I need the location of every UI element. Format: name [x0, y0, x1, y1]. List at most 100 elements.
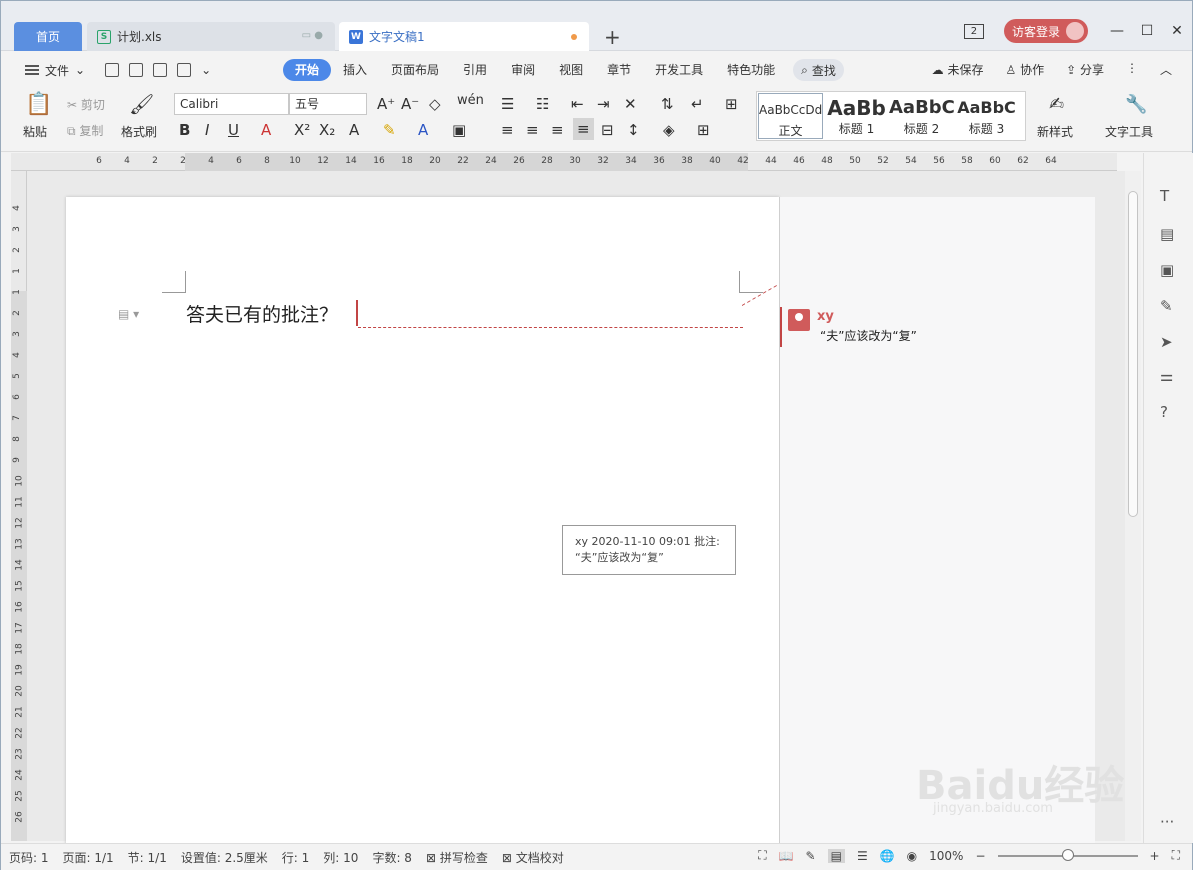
new-tab-plus-icon[interactable]: +: [604, 25, 621, 49]
status-words[interactable]: 字数: 8: [372, 849, 412, 866]
shrink-font-icon[interactable]: A⁻: [401, 95, 419, 113]
doc-settings-icon[interactable]: ▣: [1160, 261, 1174, 279]
tab-home[interactable]: 首页: [14, 22, 82, 51]
new-file-icon[interactable]: [105, 63, 120, 77]
borders-icon[interactable]: ⊞: [697, 121, 710, 139]
char-border-icon[interactable]: ▣: [452, 121, 466, 139]
phonetic-icon[interactable]: wén: [457, 93, 484, 108]
web-view-icon[interactable]: 🌐: [880, 849, 895, 863]
tab-start[interactable]: 开始: [283, 59, 332, 81]
justify-icon[interactable]: ≡: [573, 118, 594, 140]
reading-view-icon[interactable]: 📖: [779, 849, 794, 863]
paste-icon[interactable]: 📋: [25, 92, 52, 117]
tab-review[interactable]: 审阅: [499, 59, 547, 81]
status-setting[interactable]: 设置值: 2.5厘米: [181, 849, 268, 866]
doc-assist-icon[interactable]: ▤: [1160, 225, 1174, 243]
minimize-icon[interactable]: —: [1102, 23, 1132, 39]
font-size-select[interactable]: 五号: [289, 93, 367, 115]
open-folder-icon[interactable]: [129, 63, 144, 77]
guest-login-button[interactable]: 访客登录: [1003, 19, 1088, 43]
paragraph-icon[interactable]: ▤ ▾: [118, 307, 139, 321]
brush-icon[interactable]: 🖌: [129, 92, 154, 116]
scroll-thumb[interactable]: [1128, 191, 1138, 517]
font-name-select[interactable]: Calibri: [174, 93, 289, 115]
fullscreen-icon[interactable]: ⛶: [758, 848, 766, 863]
vertical-scrollbar[interactable]: [1125, 171, 1141, 841]
show-marks-icon[interactable]: ↵: [691, 95, 704, 113]
more-icon[interactable]: ⋮: [1126, 61, 1138, 78]
tab-xls[interactable]: S 计划.xls ▭ ●: [87, 22, 335, 51]
status-page-number[interactable]: 页码: 1: [9, 849, 49, 866]
paste-button[interactable]: 粘贴: [23, 123, 47, 140]
sort-icon[interactable]: ⇅: [661, 95, 674, 113]
save-icon[interactable]: [153, 63, 168, 77]
tab-developer[interactable]: 开发工具: [643, 59, 715, 81]
collaborate-button[interactable]: ♙ 协作: [1006, 61, 1045, 78]
zoom-out-icon[interactable]: −: [975, 849, 985, 863]
superscript-icon[interactable]: X²: [294, 121, 310, 139]
increase-indent-icon[interactable]: ⇥: [597, 95, 610, 113]
highlight-icon[interactable]: ✎: [383, 121, 396, 139]
tab-view[interactable]: 视图: [547, 59, 595, 81]
more-dots-icon[interactable]: ···: [1160, 813, 1174, 831]
align-center-icon[interactable]: ≡: [526, 121, 539, 139]
close-icon[interactable]: ✕: [1162, 23, 1192, 39]
zoom-level[interactable]: 100%: [929, 849, 963, 863]
tab-document[interactable]: W 文字文稿1: [339, 22, 589, 51]
tab-insert[interactable]: 插入: [331, 59, 379, 81]
format-painter-button[interactable]: 格式刷: [121, 123, 157, 140]
subscript-icon[interactable]: X₂: [319, 121, 335, 139]
fit-window-icon[interactable]: ⛶: [1172, 848, 1180, 863]
collapse-ribbon-icon[interactable]: ︿: [1160, 61, 1172, 78]
tab-special[interactable]: 特色功能: [715, 59, 787, 81]
new-style-icon[interactable]: ✍: [1049, 94, 1064, 115]
strikethrough-icon[interactable]: A: [261, 121, 271, 139]
zoom-in-icon[interactable]: +: [1150, 849, 1160, 863]
comment-text[interactable]: “夫”应该改为“复”: [820, 327, 917, 344]
edit-view-icon[interactable]: ✎: [806, 849, 816, 863]
pen-icon[interactable]: ✎: [1160, 297, 1173, 315]
sliders-icon[interactable]: ⚌: [1160, 367, 1173, 385]
page-view-icon[interactable]: ▤: [827, 848, 845, 863]
status-col[interactable]: 列: 10: [323, 849, 358, 866]
underline-icon[interactable]: U: [228, 121, 239, 139]
style-normal[interactable]: AaBbCcDd 正文: [758, 93, 823, 139]
bullets-icon[interactable]: ☰: [501, 95, 514, 113]
search-button[interactable]: ⌕ 查找: [793, 59, 844, 81]
text-style-icon[interactable]: T: [1160, 187, 1169, 205]
line-spacing-icon[interactable]: ↕: [627, 121, 640, 139]
decrease-indent-icon[interactable]: ⇤: [571, 95, 584, 113]
unsaved-button[interactable]: ☁ 未保存: [932, 61, 984, 78]
maximize-icon[interactable]: ☐: [1132, 23, 1162, 39]
spell-check-button[interactable]: ⊠ 拼写检查: [426, 849, 488, 866]
font-color-icon[interactable]: A: [418, 121, 428, 139]
customize-chevron-icon[interactable]: ⌄: [201, 63, 211, 77]
zoom-knob[interactable]: [1061, 848, 1074, 861]
distribute-icon[interactable]: ⊟: [601, 121, 614, 139]
italic-icon[interactable]: I: [205, 121, 209, 139]
new-style-button[interactable]: 新样式: [1037, 123, 1073, 140]
share-button[interactable]: ⇪ 分享: [1066, 61, 1104, 78]
vertical-ruler[interactable]: 4 3 2 1 1 2 3 4 5 6 7 8 9 10 11 12 13 14 15 16 17 18 19 20 21 22 2…: [11, 171, 27, 841]
tab-chapter[interactable]: 章节: [595, 59, 643, 81]
window-count-badge[interactable]: 2: [963, 23, 984, 39]
outline-view-icon[interactable]: ☰: [857, 849, 868, 863]
document-page[interactable]: ▤ ▾ 答夫已有的批注？ xy 2020-11-10 09:01 批注: “夫”…: [66, 197, 782, 857]
text-tools-button[interactable]: 文字工具: [1105, 123, 1153, 140]
clear-format-icon[interactable]: ◇: [429, 95, 441, 113]
help-icon[interactable]: ?: [1160, 403, 1168, 421]
tab-references[interactable]: 引用: [451, 59, 499, 81]
text-effect-icon[interactable]: A: [349, 121, 359, 139]
shading-icon[interactable]: ◈: [663, 121, 675, 139]
align-left-icon[interactable]: ≡: [501, 121, 514, 139]
align-right-icon[interactable]: ≡: [551, 121, 564, 139]
select-cursor-icon[interactable]: ➤: [1160, 333, 1173, 351]
horizontal-ruler[interactable]: 6 4 2 2 4 6 8 10 12 14 16 18 20 22 24 26 28 30 32 34 36 38 40 4…: [11, 153, 1117, 171]
doc-proof-button[interactable]: ⊠ 文档校对: [502, 849, 564, 866]
cut-button[interactable]: ✂ 剪切: [67, 96, 105, 113]
zoom-slider[interactable]: [997, 848, 1138, 861]
tab-page-layout[interactable]: 页面布局: [379, 59, 451, 81]
status-pages[interactable]: 页面: 1/1: [63, 849, 114, 866]
status-section[interactable]: 节: 1/1: [128, 849, 167, 866]
style-heading-3[interactable]: AaBbC 标题 3: [954, 92, 1019, 140]
